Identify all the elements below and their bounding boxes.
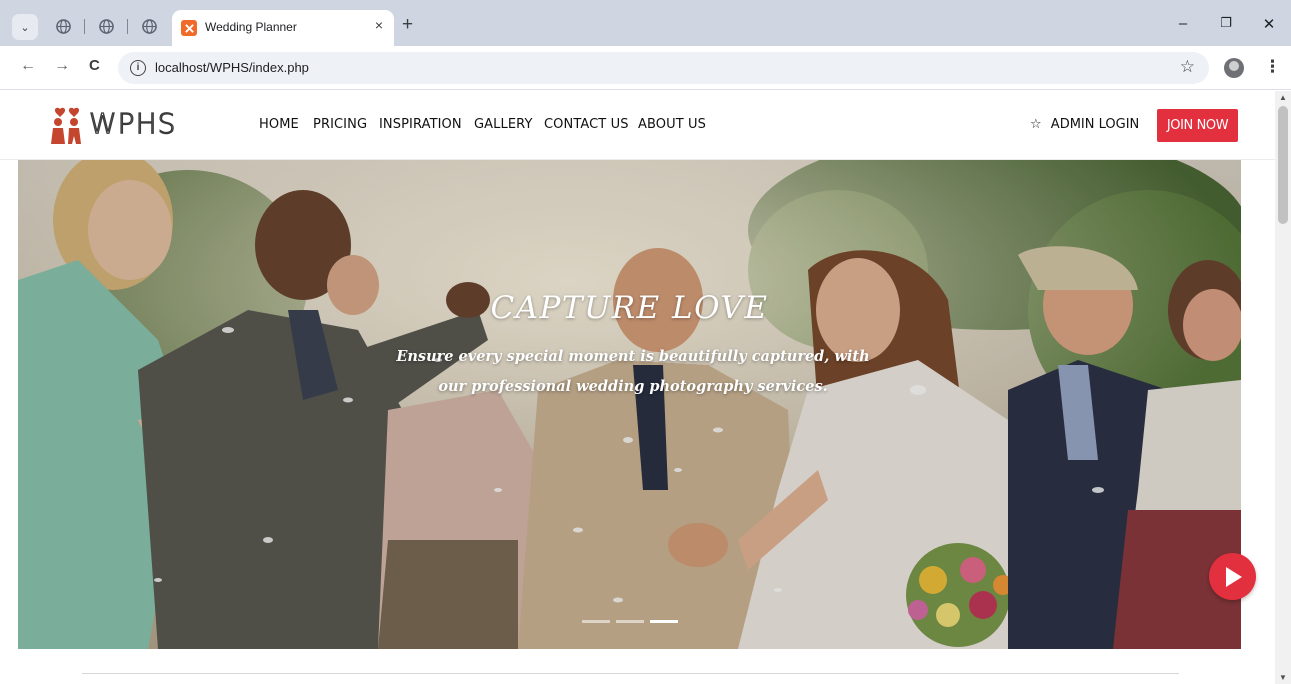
hero-wedding-photo xyxy=(18,160,1241,649)
logo-text[interactable]: WPHS xyxy=(88,106,176,140)
nav-pricing[interactable]: PRICING xyxy=(313,117,367,132)
bookmark-star-icon[interactable]: ☆ xyxy=(1180,57,1195,77)
profile-avatar[interactable] xyxy=(1224,58,1244,78)
minimize-button[interactable]: – xyxy=(1173,15,1193,32)
pinned-tab-globe-icon[interactable] xyxy=(97,17,115,35)
play-icon xyxy=(1225,566,1242,587)
carousel-indicator-3[interactable] xyxy=(650,620,678,623)
pinned-tab-globe-icon[interactable] xyxy=(140,17,158,35)
scroll-down-icon[interactable]: ▼ xyxy=(1279,673,1287,682)
nav-about-us[interactable]: ABOUT US xyxy=(638,117,706,132)
browser-toolbar: ← → C i localhost/WPHS/index.php ☆ ⋮ xyxy=(0,46,1291,90)
hero-title: CAPTURE LOVE xyxy=(490,290,769,326)
tab-separator xyxy=(127,19,128,34)
scroll-up-icon[interactable]: ▲ xyxy=(1279,93,1287,102)
carousel-indicator-2[interactable] xyxy=(616,620,644,623)
tab-title: Wedding Planner xyxy=(205,20,297,34)
restore-button[interactable]: ❐ xyxy=(1216,15,1236,31)
nav-gallery[interactable]: GALLERY xyxy=(474,117,533,132)
back-arrow-icon[interactable]: ← xyxy=(20,57,36,75)
browser-tab-bar: ⌄ Wedding Planner × + – ❐ ✕ xyxy=(0,0,1291,46)
site-info-icon[interactable]: i xyxy=(130,60,146,76)
new-tab-button[interactable]: + xyxy=(402,14,413,36)
tab-close-icon[interactable]: × xyxy=(375,17,383,33)
tab-separator xyxy=(84,19,85,34)
hero-carousel: CAPTURE LOVE Ensure every special moment… xyxy=(18,160,1241,649)
forward-arrow-icon[interactable]: → xyxy=(54,57,70,75)
admin-login-link[interactable]: ☆ ADMIN LOGIN xyxy=(1030,117,1139,132)
page-viewport: WPHS HOME PRICING INSPIRATION GALLERY CO… xyxy=(0,91,1275,684)
close-window-button[interactable]: ✕ xyxy=(1259,15,1279,33)
join-now-button[interactable]: JOIN NOW xyxy=(1157,109,1238,142)
hero-subtitle: Ensure every special moment is beautiful… xyxy=(396,348,870,395)
url-text[interactable]: localhost/WPHS/index.php xyxy=(155,60,309,75)
active-tab[interactable]: Wedding Planner × xyxy=(172,10,394,46)
nav-contact-us[interactable]: CONTACT US xyxy=(544,117,629,132)
reload-icon[interactable]: C xyxy=(89,57,100,74)
browser-menu-icon[interactable]: ⋮ xyxy=(1264,57,1281,77)
admin-login-label: ADMIN LOGIN xyxy=(1050,117,1140,132)
page-scrollbar[interactable]: ▲ ▼ xyxy=(1275,91,1291,684)
logo-couple-icon[interactable] xyxy=(48,106,84,144)
tab-search-chevron-down-icon[interactable]: ⌄ xyxy=(12,14,38,40)
star-icon: ☆ xyxy=(1030,117,1042,132)
play-video-button[interactable] xyxy=(1209,553,1256,600)
nav-inspiration[interactable]: INSPIRATION xyxy=(379,117,462,132)
scrollbar-thumb[interactable] xyxy=(1278,106,1288,224)
pinned-tab-globe-icon[interactable] xyxy=(54,17,72,35)
site-header: WPHS HOME PRICING INSPIRATION GALLERY CO… xyxy=(0,91,1275,160)
xampp-favicon-icon xyxy=(181,20,197,36)
nav-home[interactable]: HOME xyxy=(259,117,299,132)
address-bar[interactable]: i localhost/WPHS/index.php ☆ xyxy=(118,52,1209,84)
carousel-indicator-1[interactable] xyxy=(582,620,610,623)
section-divider xyxy=(82,673,1179,674)
